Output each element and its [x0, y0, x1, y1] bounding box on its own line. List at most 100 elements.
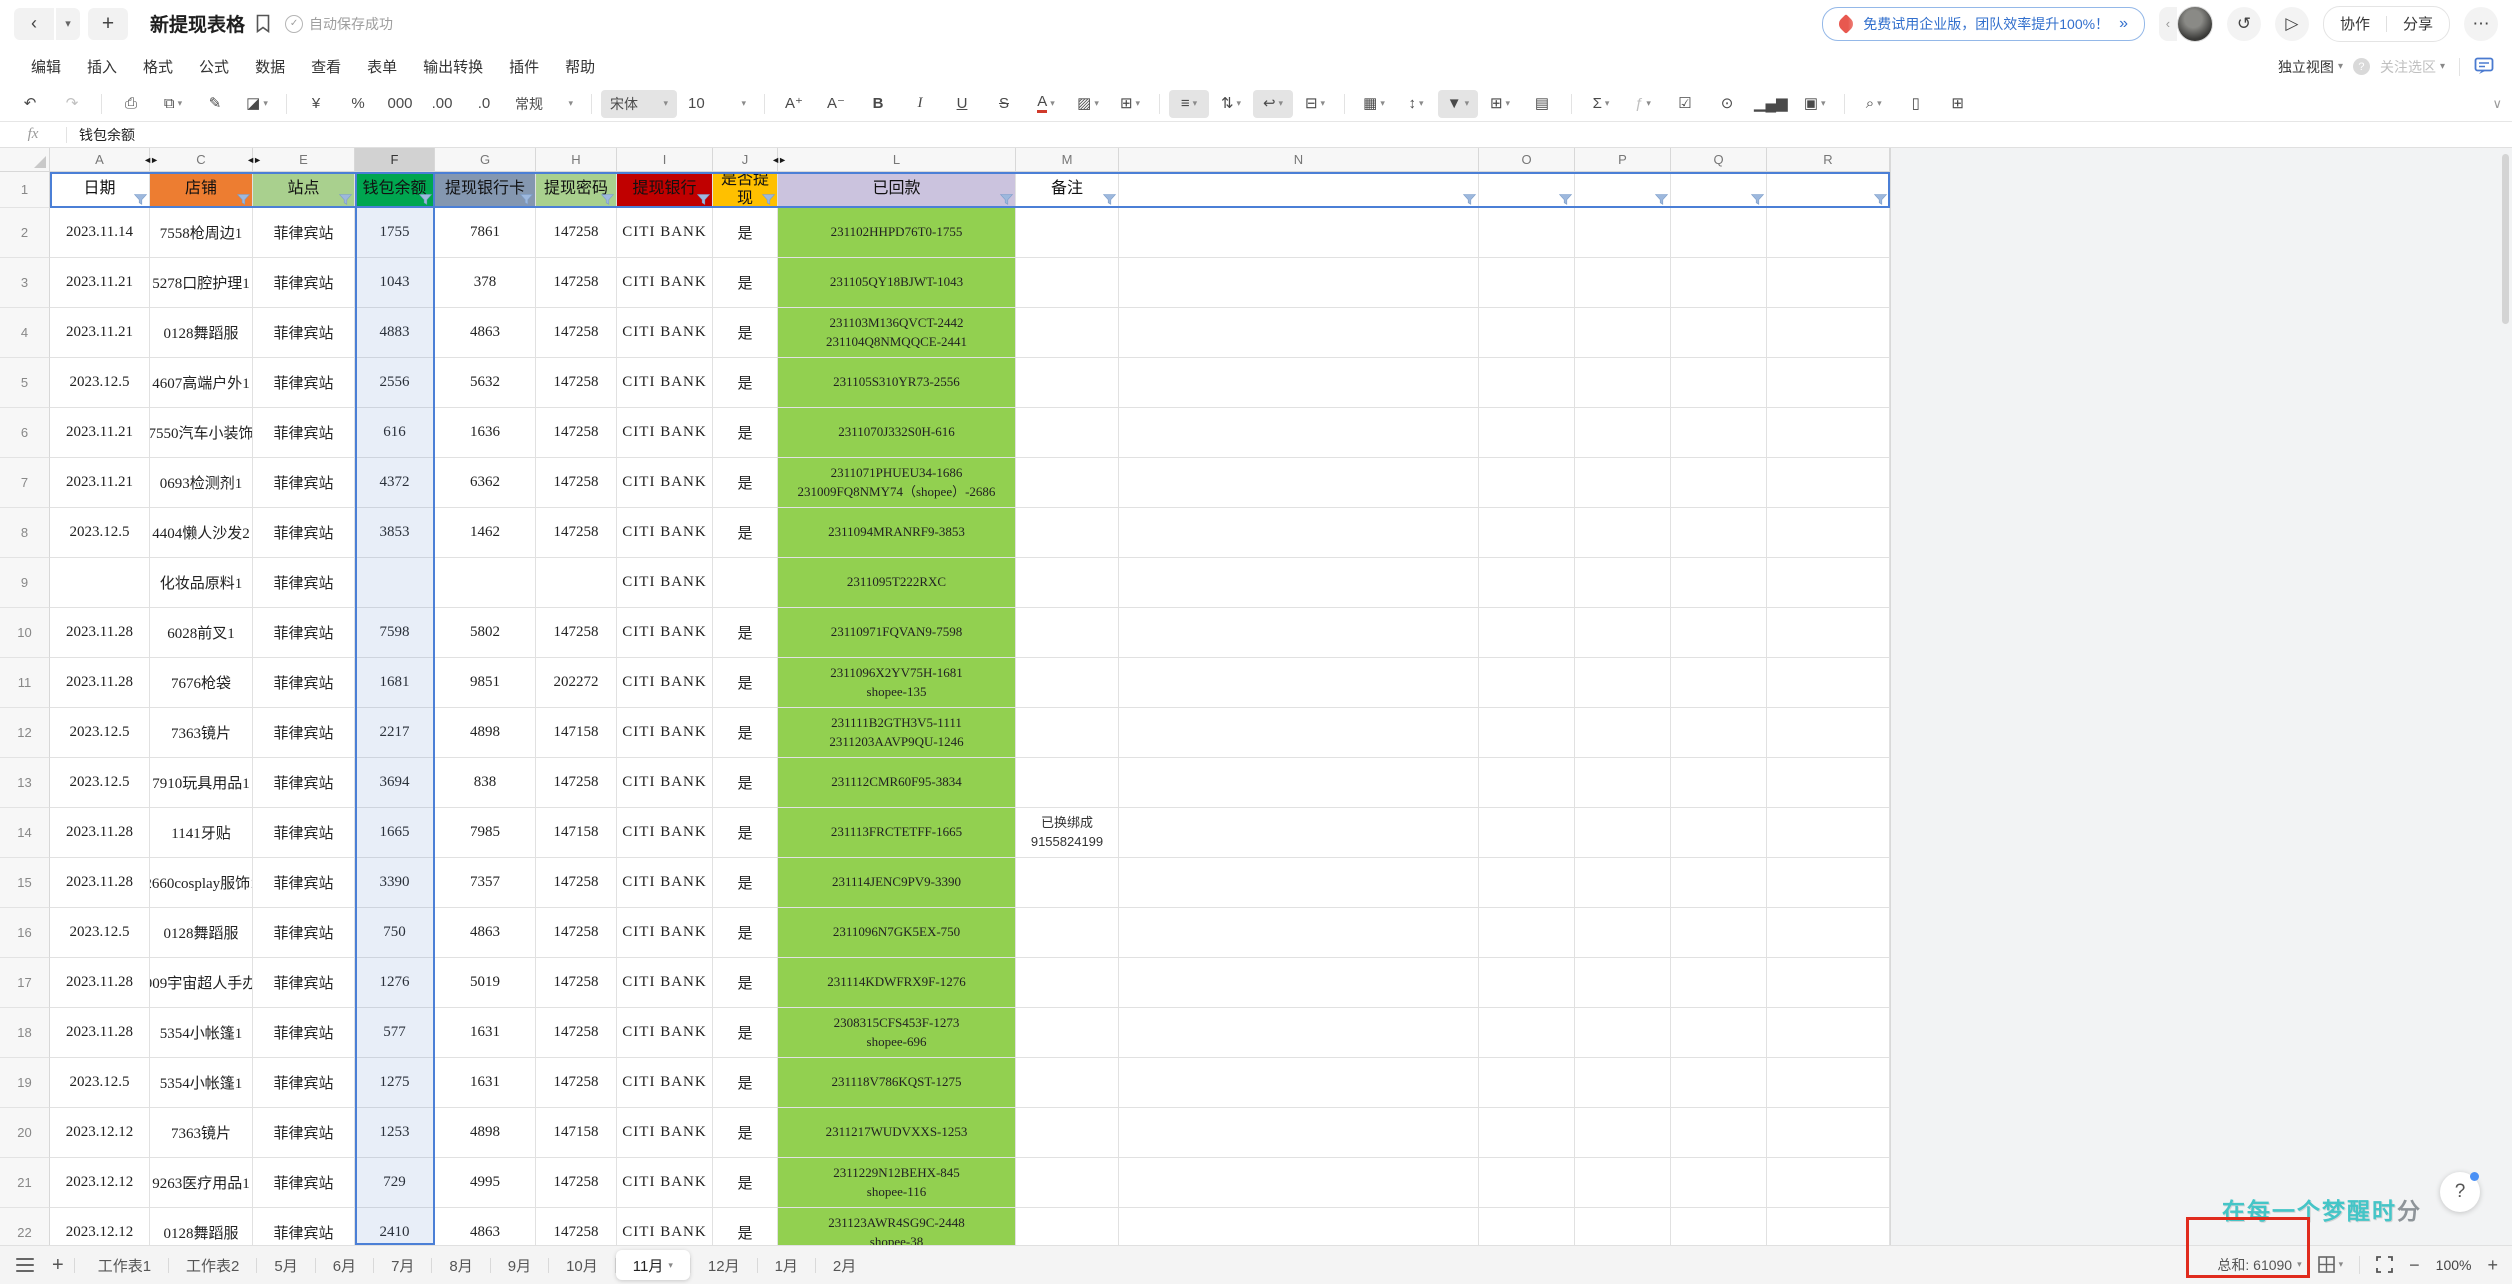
- column-header-C[interactable]: C ◄►: [150, 148, 262, 172]
- cell-C18[interactable]: 5354小帐篷1: [150, 1008, 253, 1058]
- cell-A22[interactable]: 2023.12.12: [50, 1208, 150, 1245]
- cell-F21[interactable]: 729: [355, 1158, 435, 1208]
- cell-F3[interactable]: 1043: [355, 258, 435, 308]
- cell-E13[interactable]: 菲律宾站: [253, 758, 355, 808]
- cell-G2[interactable]: 7861: [435, 208, 536, 258]
- cell-L3[interactable]: 231105QY18BJWT-1043: [778, 258, 1016, 308]
- sheet-list-icon[interactable]: [16, 1258, 34, 1272]
- cell-P9[interactable]: [1575, 558, 1671, 608]
- cell-P20[interactable]: [1575, 1108, 1671, 1158]
- cell-N11[interactable]: [1119, 658, 1479, 708]
- cell-L2[interactable]: 231102HHPD76T0-1755: [778, 208, 1016, 258]
- cell-O7[interactable]: [1479, 458, 1575, 508]
- cell-H7[interactable]: 147258: [536, 458, 617, 508]
- sheet-tab-6[interactable]: 8月: [432, 1250, 489, 1280]
- row-number[interactable]: 10: [0, 608, 50, 658]
- cell-R13[interactable]: [1767, 758, 1890, 808]
- cell-Q6[interactable]: [1671, 408, 1767, 458]
- cell-I7[interactable]: CITI BANK: [617, 458, 713, 508]
- history-button[interactable]: ↺: [2226, 6, 2261, 41]
- cell-E11[interactable]: 菲律宾站: [253, 658, 355, 708]
- cell-Q10[interactable]: [1671, 608, 1767, 658]
- cell-H8[interactable]: 147258: [536, 508, 617, 558]
- header-cell-H[interactable]: 提现密码: [536, 172, 617, 208]
- cell-I22[interactable]: CITI BANK: [617, 1208, 713, 1245]
- avatar-collapse-icon[interactable]: ‹: [2158, 6, 2177, 41]
- cell-Q4[interactable]: [1671, 308, 1767, 358]
- cell-C20[interactable]: 7363镜片: [150, 1108, 253, 1158]
- tb-font-family[interactable]: 宋体 ▾: [601, 89, 677, 118]
- cell-I8[interactable]: CITI BANK: [617, 508, 713, 558]
- cell-R9[interactable]: [1767, 558, 1890, 608]
- cell-L9[interactable]: 2311095T222RXC: [778, 558, 1016, 608]
- column-header-F[interactable]: F: [355, 148, 435, 172]
- cell-F14[interactable]: 1665: [355, 808, 435, 858]
- filter-funnel-icon[interactable]: [1462, 194, 1477, 205]
- tb-h-align[interactable]: ≡ ▾: [1169, 89, 1209, 118]
- header-cell-M[interactable]: 备注: [1016, 172, 1119, 208]
- column-header-N[interactable]: N: [1119, 148, 1479, 172]
- cell-A11[interactable]: 2023.11.28: [50, 658, 150, 708]
- cell-H22[interactable]: 147258: [536, 1208, 617, 1245]
- cell-J14[interactable]: 是: [713, 808, 778, 858]
- cell-R12[interactable]: [1767, 708, 1890, 758]
- cell-O19[interactable]: [1479, 1058, 1575, 1108]
- cell-R18[interactable]: [1767, 1008, 1890, 1058]
- cell-N14[interactable]: [1119, 808, 1479, 858]
- cell-C5[interactable]: 4607高端户外1: [150, 358, 253, 408]
- formula-input[interactable]: 钱包余额: [67, 125, 135, 145]
- cell-R4[interactable]: [1767, 308, 1890, 358]
- menu-formula[interactable]: 公式: [186, 51, 242, 82]
- cell-P17[interactable]: [1575, 958, 1671, 1008]
- cell-R5[interactable]: [1767, 358, 1890, 408]
- cell-G4[interactable]: 4863: [435, 308, 536, 358]
- cell-M21[interactable]: [1016, 1158, 1119, 1208]
- cell-A17[interactable]: 2023.11.28: [50, 958, 150, 1008]
- menu-format[interactable]: 格式: [130, 51, 186, 82]
- sheet-grid[interactable]: A ◄► C ◄► E F G H I J ◄► L M N O P Q R 1 日期 店铺 站点 钱包余额 提现银行卡 提现…: [0, 148, 1890, 1245]
- header-cell-G[interactable]: 提现银行卡: [435, 172, 536, 208]
- cell-Q18[interactable]: [1671, 1008, 1767, 1058]
- cell-H19[interactable]: 147258: [536, 1058, 617, 1108]
- cell-Q8[interactable]: [1671, 508, 1767, 558]
- row-number[interactable]: 20: [0, 1108, 50, 1158]
- cell-Q14[interactable]: [1671, 808, 1767, 858]
- cell-E21[interactable]: 菲律宾站: [253, 1158, 355, 1208]
- cell-I16[interactable]: CITI BANK: [617, 908, 713, 958]
- cell-A7[interactable]: 2023.11.21: [50, 458, 150, 508]
- add-sheet-button[interactable]: +: [42, 1254, 74, 1277]
- cell-H4[interactable]: 147258: [536, 308, 617, 358]
- cell-A14[interactable]: 2023.11.28: [50, 808, 150, 858]
- cell-J21[interactable]: 是: [713, 1158, 778, 1208]
- cell-P11[interactable]: [1575, 658, 1671, 708]
- tb-sum[interactable]: Σ ▾: [1581, 90, 1621, 118]
- cell-J13[interactable]: 是: [713, 758, 778, 808]
- tb-font-color[interactable]: A ▾: [1026, 90, 1066, 118]
- cell-C17[interactable]: 4909宇宙超人手办1: [150, 958, 253, 1008]
- cell-A2[interactable]: 2023.11.14: [50, 208, 150, 258]
- cell-F13[interactable]: 3694: [355, 758, 435, 808]
- select-all-corner[interactable]: [0, 148, 50, 172]
- cell-I12[interactable]: CITI BANK: [617, 708, 713, 758]
- cell-H17[interactable]: 147258: [536, 958, 617, 1008]
- cell-I10[interactable]: CITI BANK: [617, 608, 713, 658]
- cell-H10[interactable]: 147258: [536, 608, 617, 658]
- header-cell-F[interactable]: 钱包余额: [355, 172, 435, 208]
- cell-P18[interactable]: [1575, 1008, 1671, 1058]
- column-header-L[interactable]: L: [778, 148, 1016, 172]
- cell-R2[interactable]: [1767, 208, 1890, 258]
- cell-M16[interactable]: [1016, 908, 1119, 958]
- column-header-J[interactable]: J ◄►: [713, 148, 787, 172]
- tb-italic[interactable]: I: [900, 90, 940, 118]
- cell-R3[interactable]: [1767, 258, 1890, 308]
- cell-F18[interactable]: 577: [355, 1008, 435, 1058]
- column-header-H[interactable]: H: [536, 148, 617, 172]
- sheet-tab-4[interactable]: 6月: [316, 1250, 373, 1280]
- cell-L15[interactable]: 231114JENC9PV9-3390: [778, 858, 1016, 908]
- menu-data[interactable]: 数据: [242, 51, 298, 82]
- cell-N13[interactable]: [1119, 758, 1479, 808]
- cell-P5[interactable]: [1575, 358, 1671, 408]
- cell-A4[interactable]: 2023.11.21: [50, 308, 150, 358]
- cell-J4[interactable]: 是: [713, 308, 778, 358]
- tb-sort[interactable]: ↕ ▾: [1396, 90, 1436, 118]
